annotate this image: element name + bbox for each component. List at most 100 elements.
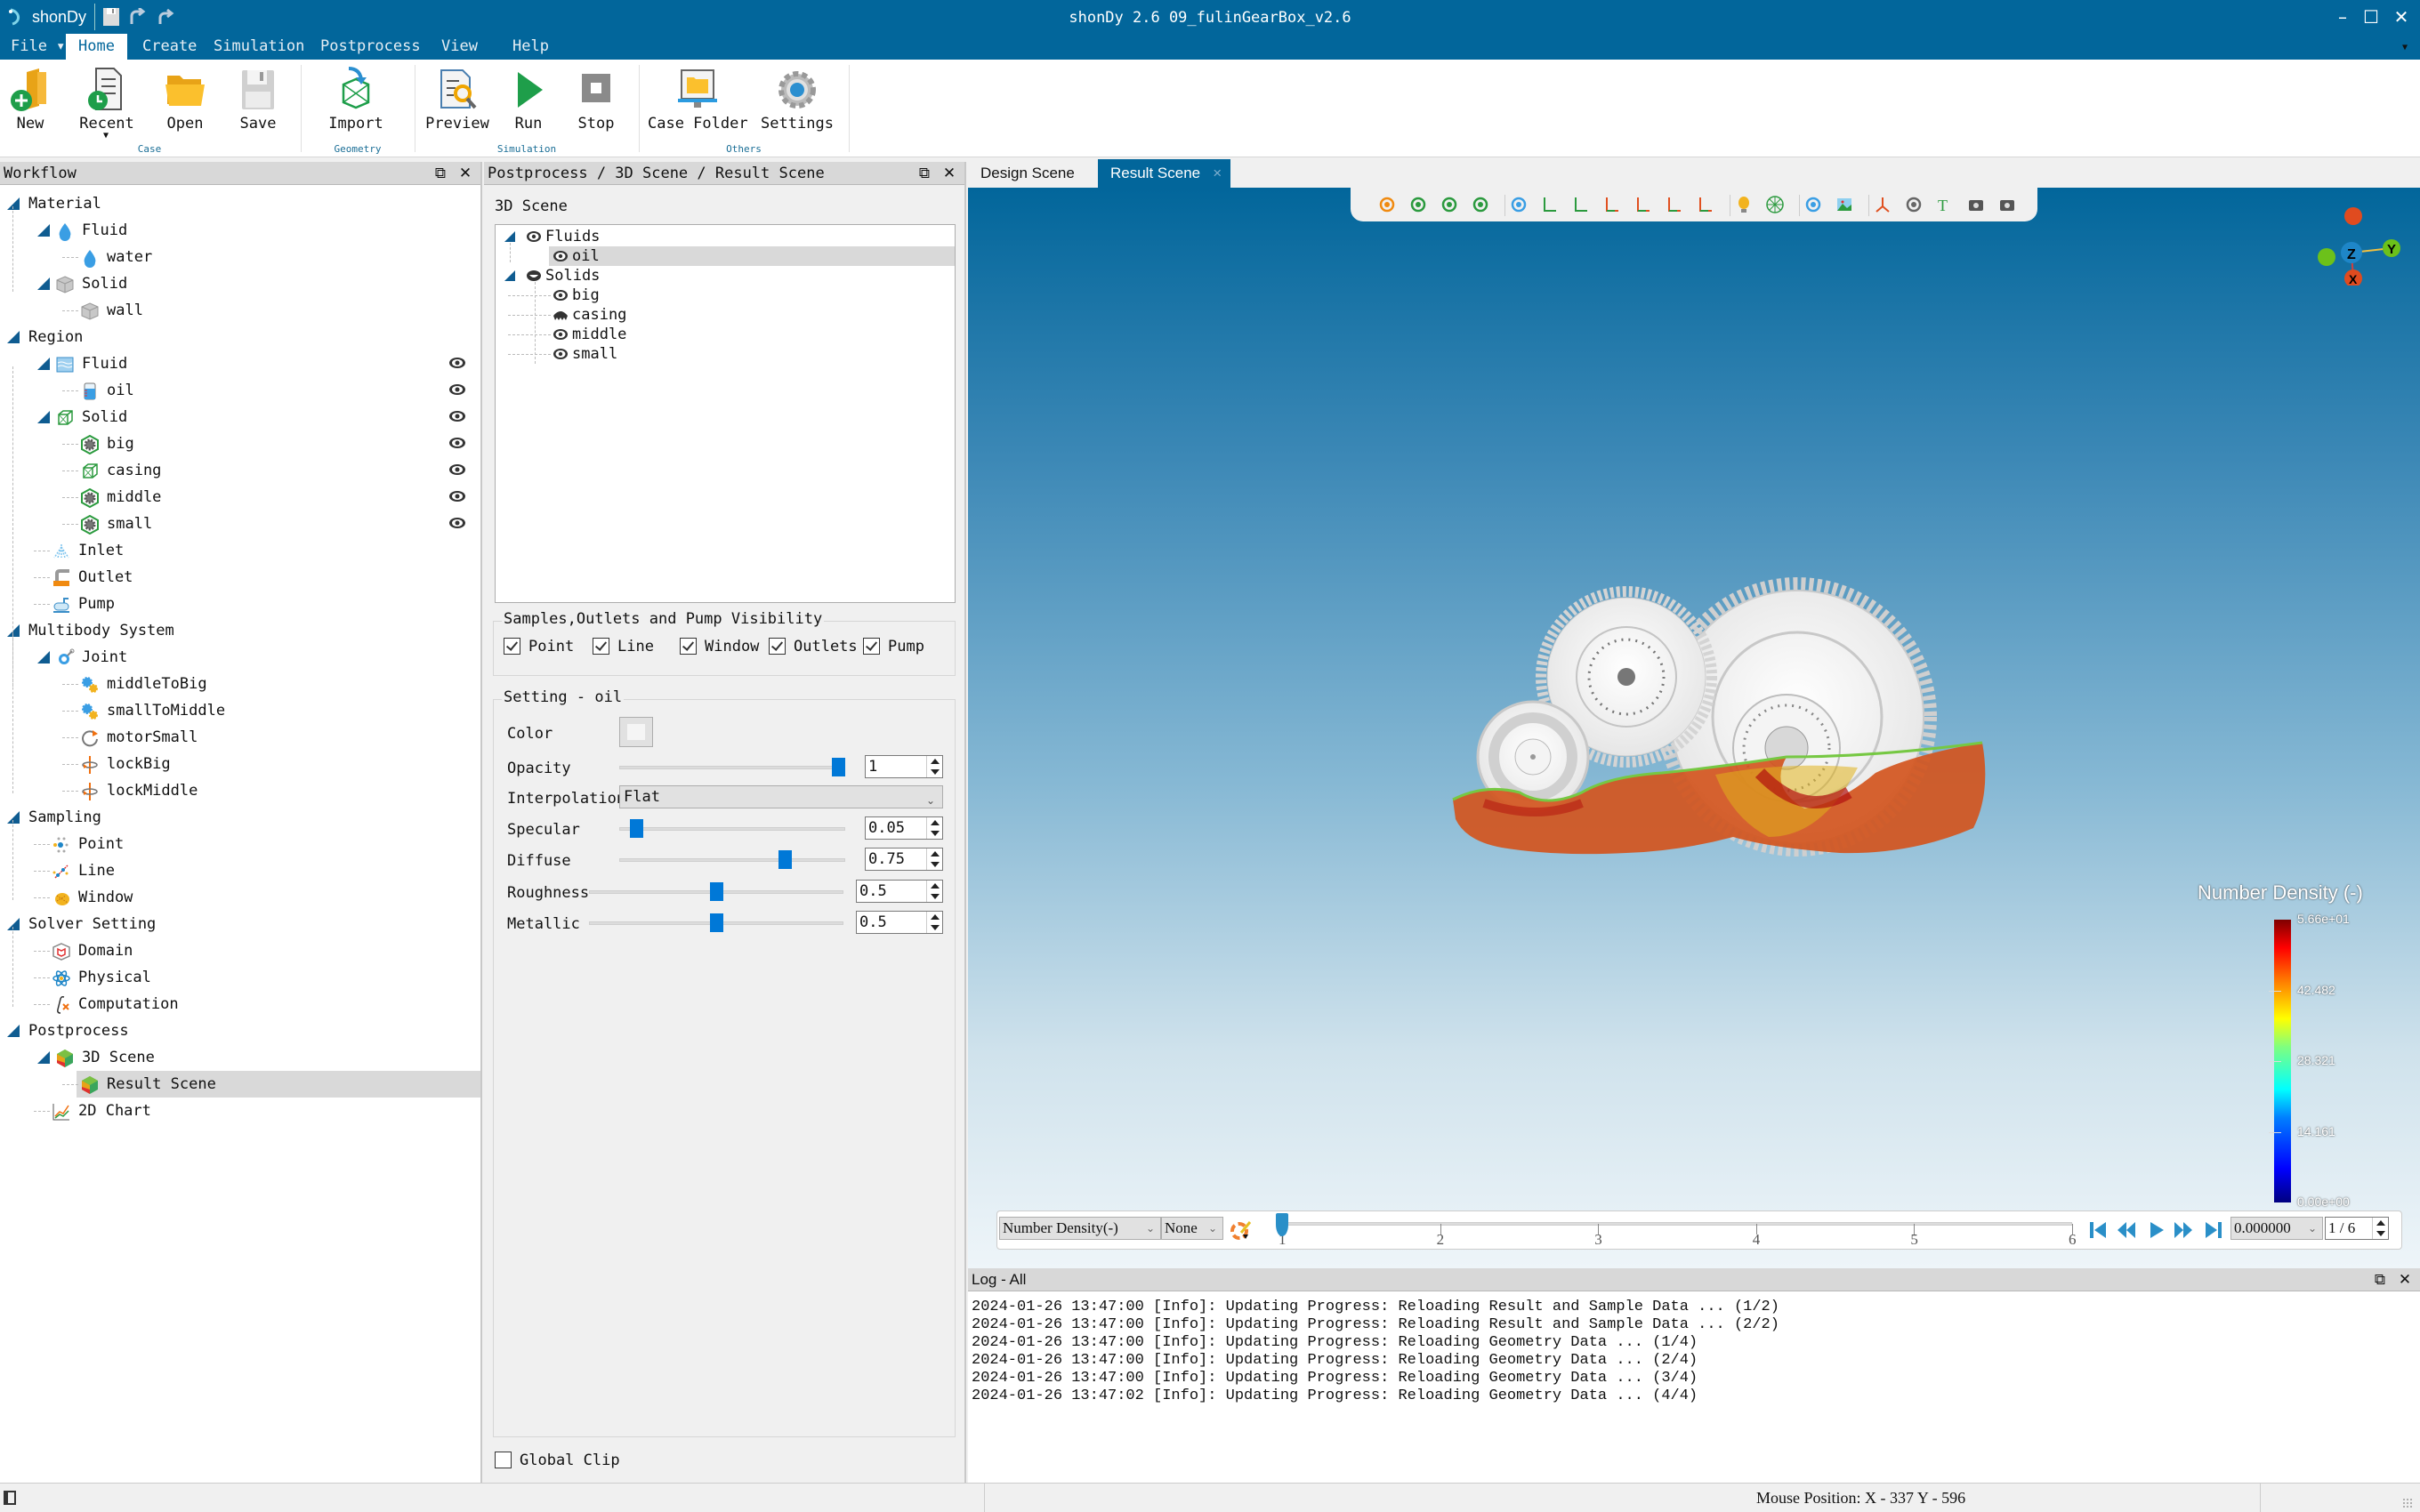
- eye-icon[interactable]: [448, 490, 466, 503]
- tree-item-big[interactable]: big: [0, 430, 480, 457]
- expand-twisty-icon[interactable]: [7, 1025, 20, 1037]
- ribbon-collapse-icon[interactable]: ▼: [2402, 43, 2408, 52]
- step-forward-button[interactable]: [2174, 1220, 2193, 1240]
- expand-twisty-icon[interactable]: [7, 624, 20, 637]
- eye-partial-icon[interactable]: [526, 269, 542, 282]
- close-tab-icon[interactable]: ×: [1213, 159, 1222, 188]
- panel-toggle-icon[interactable]: [4, 1491, 16, 1505]
- frame-slider-handle[interactable]: [1276, 1213, 1288, 1236]
- rotate-camera-icon[interactable]: [1408, 195, 1428, 214]
- scene-tree-item-oil[interactable]: oil: [549, 246, 955, 266]
- import-button[interactable]: Import: [320, 63, 391, 145]
- expand-twisty-icon[interactable]: [504, 270, 515, 281]
- close-panel-button[interactable]: ✕: [2395, 1268, 2415, 1291]
- view-xz-minus-icon[interactable]: [1634, 195, 1653, 214]
- scene-tree-item-solids[interactable]: Solids: [496, 266, 955, 286]
- view-xy-minus-icon[interactable]: [1696, 195, 1715, 214]
- expand-twisty-icon[interactable]: [7, 197, 20, 210]
- colormap-editor-icon[interactable]: [1230, 1218, 1254, 1242]
- pump-visibility-checkbox[interactable]: [863, 638, 880, 655]
- close-panel-button[interactable]: ✕: [940, 162, 959, 185]
- outlets-visibility-checkbox[interactable]: [769, 638, 786, 655]
- maximize-button[interactable]: ☐: [2358, 5, 2384, 28]
- scene-tree-item-big[interactable]: big: [496, 286, 955, 305]
- axis-triad[interactable]: Z Y X: [2311, 197, 2400, 286]
- eye-icon[interactable]: [448, 410, 466, 422]
- minimize-button[interactable]: –: [2329, 5, 2356, 28]
- tree-item-material[interactable]: Material: [0, 190, 480, 217]
- tree-item-sampling[interactable]: Sampling: [0, 804, 480, 831]
- time-select[interactable]: 0.000000 ⌄: [2230, 1217, 2323, 1240]
- tree-item-postprocess[interactable]: Postprocess: [0, 1017, 480, 1044]
- diffuse-slider-handle[interactable]: [778, 850, 793, 869]
- tree-item-region[interactable]: Region: [0, 324, 480, 350]
- tree-item-line[interactable]: Line: [0, 857, 480, 884]
- expand-twisty-icon[interactable]: [504, 231, 515, 242]
- scene-tree-item-small[interactable]: small: [496, 344, 955, 364]
- screenshot-icon[interactable]: [1966, 195, 1986, 214]
- float-panel-button[interactable]: ⧉: [431, 162, 450, 185]
- diffuse-spinbox[interactable]: 0.75: [865, 848, 943, 871]
- menu-postprocess[interactable]: Postprocess: [310, 34, 432, 60]
- settings-gear-icon[interactable]: [1904, 195, 1924, 214]
- tree-item-domain[interactable]: Domain: [0, 937, 480, 964]
- view-xz-plus-icon[interactable]: [1602, 195, 1622, 214]
- tree-item-window[interactable]: Window: [0, 884, 480, 911]
- menu-help[interactable]: Help: [502, 34, 560, 60]
- fill-color-icon[interactable]: [1803, 195, 1823, 214]
- step-back-button[interactable]: [2117, 1220, 2136, 1240]
- tree-item-pump[interactable]: Pump: [0, 591, 480, 617]
- tree-item-solver-setting[interactable]: Solver Setting: [0, 911, 480, 937]
- eye-icon[interactable]: [448, 383, 466, 396]
- eye-icon[interactable]: [448, 437, 466, 449]
- tree-item-outlet[interactable]: Outlet: [0, 564, 480, 591]
- tree-item-fluid[interactable]: Fluid: [0, 217, 480, 244]
- settings-button[interactable]: Settings: [760, 63, 835, 145]
- expand-twisty-icon[interactable]: [7, 811, 20, 824]
- wireframe-icon[interactable]: [1765, 195, 1785, 214]
- eye-icon[interactable]: [448, 463, 466, 476]
- record-video-icon[interactable]: [1997, 195, 2017, 214]
- eye-mixed-icon[interactable]: [553, 309, 569, 321]
- tree-item-middle[interactable]: middle: [0, 484, 480, 511]
- frame-counter-spinbox[interactable]: 1 / 6: [2325, 1217, 2389, 1240]
- tree-item-lockbig[interactable]: lockBig: [0, 751, 480, 777]
- text-annotation-icon[interactable]: T: [1935, 195, 1955, 214]
- tree-item-fluid[interactable]: Fluid: [0, 350, 480, 377]
- expand-twisty-icon[interactable]: [37, 1051, 50, 1064]
- scene-tree-item-middle[interactable]: middle: [496, 325, 955, 344]
- case-folder-button[interactable]: Case Folder: [648, 63, 748, 145]
- expand-twisty-icon[interactable]: [37, 651, 50, 664]
- component-select[interactable]: None ⌄: [1161, 1217, 1223, 1240]
- global-clip-checkbox[interactable]: [495, 1452, 512, 1468]
- tree-item-motorsmall[interactable]: motorSmall: [0, 724, 480, 751]
- new-button[interactable]: New: [0, 63, 66, 145]
- interpolation-select[interactable]: Flat ⌄: [619, 785, 943, 808]
- scene-tree-item-fluids[interactable]: Fluids: [496, 227, 955, 246]
- tree-item-inlet[interactable]: Inlet: [0, 537, 480, 564]
- tab-design-scene[interactable]: Design Scene: [968, 159, 1087, 188]
- spin-arrows-icon[interactable]: [926, 881, 942, 902]
- line-visibility-checkbox[interactable]: [593, 638, 609, 655]
- roughness-slider-handle[interactable]: [709, 882, 723, 901]
- preview-button[interactable]: Preview: [422, 63, 493, 145]
- eye-icon[interactable]: [448, 357, 466, 369]
- eye-icon[interactable]: [448, 517, 466, 529]
- save-button[interactable]: Save: [222, 63, 294, 145]
- spin-arrows-icon[interactable]: [926, 912, 942, 933]
- opacity-slider-handle[interactable]: [832, 758, 845, 776]
- spin-arrows-icon[interactable]: [926, 756, 942, 777]
- eye-icon[interactable]: [553, 250, 569, 262]
- opacity-slider[interactable]: [619, 766, 845, 769]
- float-panel-button[interactable]: ⧉: [915, 162, 934, 185]
- diffuse-slider[interactable]: [619, 858, 845, 862]
- field-select[interactable]: Number Density(-) ⌄: [999, 1217, 1161, 1240]
- menu-simulation[interactable]: Simulation: [203, 34, 315, 60]
- menu-home[interactable]: Home: [66, 34, 127, 60]
- tree-item-computation[interactable]: Computation: [0, 991, 480, 1017]
- tree-item-smalltomiddle[interactable]: smallToMiddle: [0, 697, 480, 724]
- menu-create[interactable]: Create: [132, 34, 207, 60]
- menu-view[interactable]: View: [431, 34, 488, 60]
- tree-item-oil[interactable]: oil: [0, 377, 480, 404]
- specular-slider[interactable]: [619, 827, 845, 831]
